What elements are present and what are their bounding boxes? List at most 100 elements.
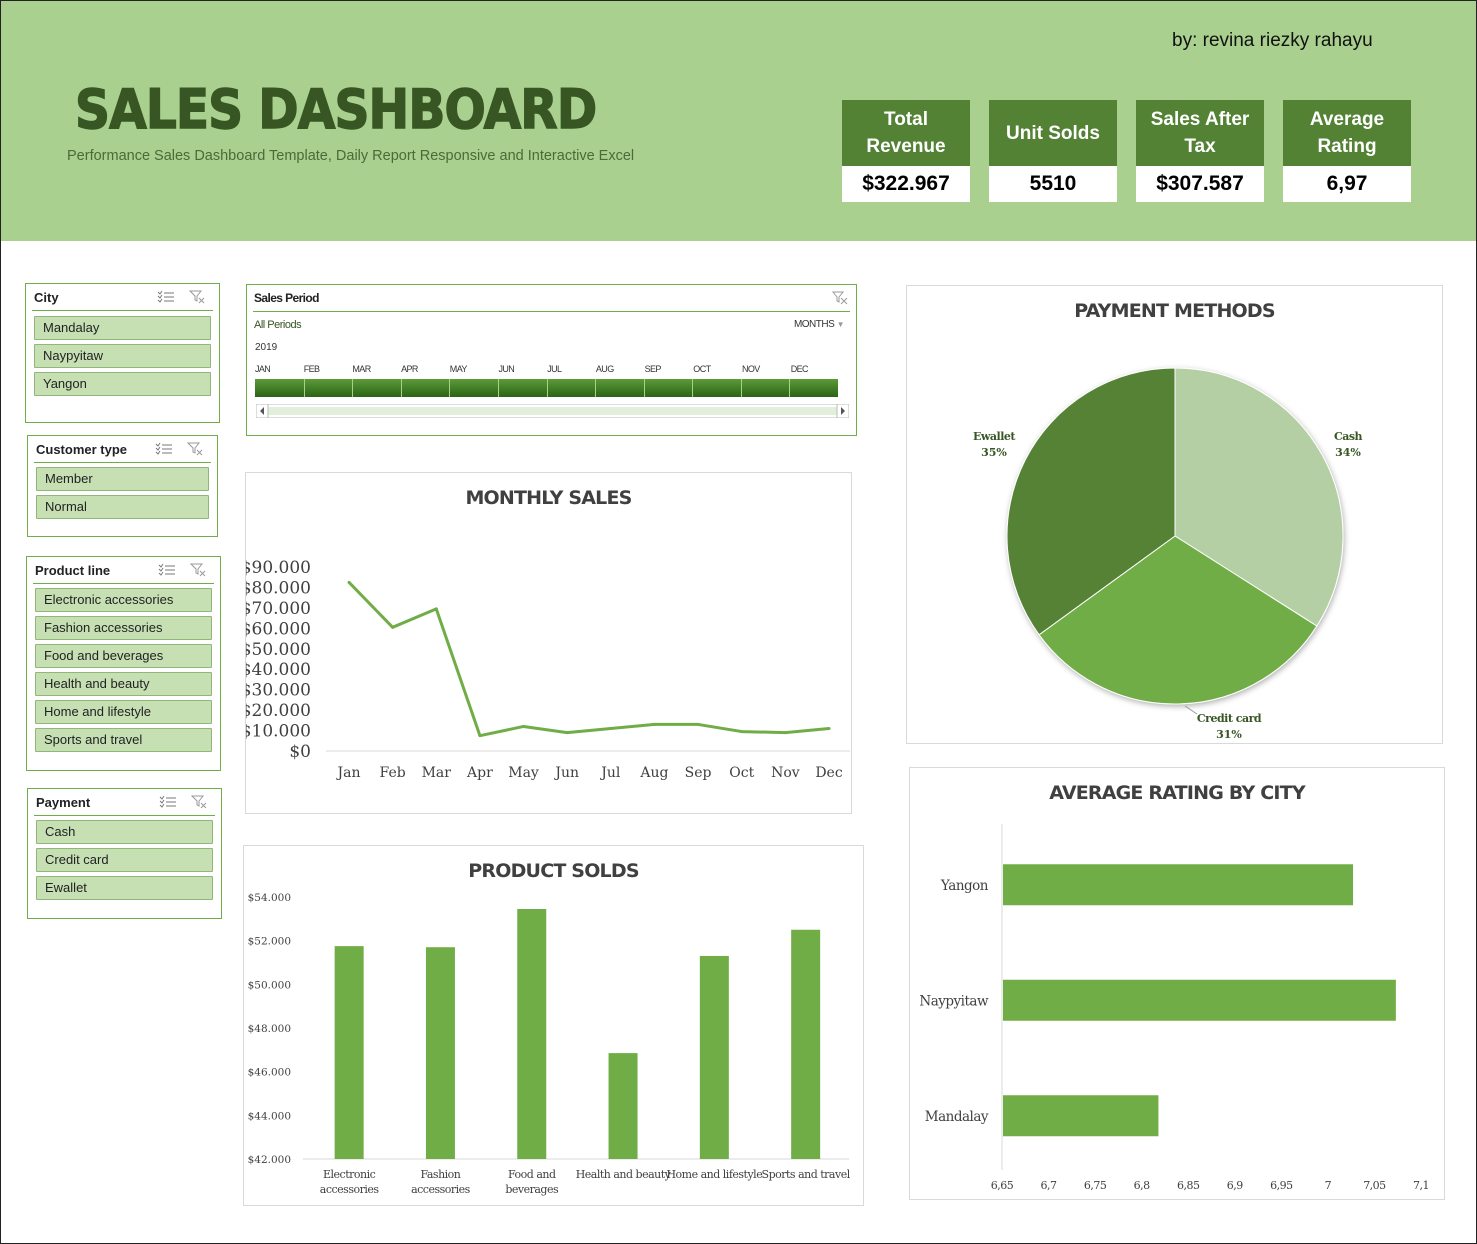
- multi-select-icon[interactable]: [158, 562, 176, 578]
- clear-filter-icon[interactable]: [187, 441, 205, 457]
- timeline-selection: All Periods: [254, 319, 302, 331]
- bar-mandalay: [1003, 1095, 1159, 1137]
- slicer-item-normal[interactable]: Normal: [36, 495, 209, 519]
- timeline-month-separator: [740, 379, 742, 397]
- payment-methods-chart: PAYMENT METHODS Cash 34% Credit card 31% Ewa…: [906, 285, 1443, 744]
- data-point: [391, 625, 395, 629]
- kpi-value: $322.967: [842, 166, 970, 202]
- slicer-item-fashion-accessories[interactable]: Fashion accessories: [35, 616, 212, 640]
- x-tick-label: Sep: [685, 765, 712, 781]
- pie-label-percent: 35%: [981, 446, 1007, 459]
- y-tick-label: $10.000: [246, 722, 311, 742]
- kpi-label: Unit Solds: [989, 100, 1117, 166]
- x-tick-label: Jan: [336, 765, 361, 781]
- slicer-city[interactable]: City Mandalay Naypyitaw Yangon: [25, 283, 220, 423]
- slicer-item-electronic-accessories[interactable]: Electronic accessories: [35, 588, 212, 612]
- timeline-month-nov[interactable]: NOV: [742, 364, 760, 374]
- timeline-month-sep[interactable]: SEP: [645, 364, 662, 374]
- timeline-month-jan[interactable]: JAN: [255, 364, 271, 374]
- clear-filter-icon[interactable]: [831, 289, 849, 305]
- timeline-scrollbar[interactable]: [256, 404, 849, 418]
- kpi-sales-after-tax: Sales After Tax $307.587: [1136, 100, 1264, 202]
- slicer-product-line[interactable]: Product line Electronic accessories Fashi…: [26, 556, 221, 771]
- bar-food-and-beverages: [517, 909, 547, 1159]
- slicer-item-food-and-beverages[interactable]: Food and beverages: [35, 644, 212, 668]
- dashboard-title: SALES DASHBOARD: [74, 77, 598, 142]
- x-tick-label: 7: [1325, 1179, 1332, 1192]
- slicer-divider: [34, 815, 215, 816]
- timeline-level-label: MONTHS: [793, 319, 835, 330]
- timeline-month-jul[interactable]: JUL: [547, 364, 562, 374]
- multi-select-icon[interactable]: [157, 289, 175, 305]
- y-tick-label: $52.000: [248, 936, 291, 948]
- timeline-month-separator: [497, 379, 499, 397]
- clear-filter-icon[interactable]: [189, 289, 207, 305]
- x-tick-label: 6,95: [1270, 1179, 1293, 1192]
- clear-filter-icon[interactable]: [191, 794, 209, 810]
- slicer-title: City: [34, 290, 59, 305]
- slicer-item-sports-and-travel[interactable]: Sports and travel: [35, 728, 212, 752]
- data-point: [478, 734, 482, 738]
- timeline-level-dropdown[interactable]: MONTHS ▼: [793, 319, 845, 330]
- slicer-item-naypyitaw[interactable]: Naypyitaw: [34, 344, 211, 368]
- timeline-month-may[interactable]: MAY: [450, 364, 468, 374]
- kpi-average-rating: Average Rating 6,97: [1283, 100, 1411, 202]
- y-tick-label: Mandalay: [925, 1109, 989, 1125]
- kpi-unit-solds: Unit Solds 5510: [989, 100, 1117, 202]
- kpi-label: Total Revenue: [842, 100, 970, 166]
- clear-filter-icon[interactable]: [190, 562, 208, 578]
- timeline-month-mar[interactable]: MAR: [352, 364, 371, 374]
- slicer-item-home-and-lifestyle[interactable]: Home and lifestyle: [35, 700, 212, 724]
- data-point: [652, 722, 656, 726]
- x-tick-label: May: [508, 765, 539, 781]
- y-tick-label: $20.000: [246, 701, 311, 721]
- x-tick-label: 6,65: [991, 1179, 1014, 1192]
- slicer-item-cash[interactable]: Cash: [36, 820, 213, 844]
- scroll-left-icon[interactable]: [256, 404, 269, 418]
- bar-yangon: [1003, 864, 1354, 906]
- slicer-item-ewallet[interactable]: Ewallet: [36, 876, 213, 900]
- pie-leader-line: [1184, 705, 1198, 715]
- slicer-item-health-and-beauty[interactable]: Health and beauty: [35, 672, 212, 696]
- slicer-item-credit-card[interactable]: Credit card: [36, 848, 213, 872]
- sales-series-line: [347, 581, 830, 738]
- y-tick-label: $30.000: [246, 681, 311, 701]
- multi-select-icon[interactable]: [155, 441, 173, 457]
- kpi-label: Average Rating: [1283, 100, 1411, 166]
- author-credit: by: revina riezky rahayu: [1172, 30, 1373, 51]
- timeline-month-aug[interactable]: AUG: [596, 364, 614, 374]
- timeline-month-jun[interactable]: JUN: [499, 364, 515, 374]
- x-tick-label: 6,75: [1084, 1179, 1107, 1192]
- timeline-month-dec[interactable]: DEC: [791, 364, 809, 374]
- data-point: [434, 607, 438, 611]
- y-tick-label: $50.000: [248, 979, 291, 991]
- slicer-item-mandalay[interactable]: Mandalay: [34, 316, 211, 340]
- slicer-payment[interactable]: Payment Cash Credit card Ewallet: [27, 788, 222, 919]
- sales-period-timeline[interactable]: Sales Period All Periods MONTHS ▼ 2019 J…: [246, 284, 857, 436]
- timeline-title: Sales Period: [254, 291, 319, 305]
- monthly-sales-plot: $0$10.000$20.000$30.000$40.000$50.000$60…: [246, 558, 850, 781]
- average-rating-chart: AVERAGE RATING BY CITY Yangon Naypyitaw Ma…: [909, 767, 1445, 1200]
- y-tick-label: $50.000: [246, 640, 311, 660]
- timeline-month-oct[interactable]: OCT: [693, 364, 711, 374]
- product-solds-plot: $42.000 $44.000 $46.000 $48.000 $50.000 $52.0…: [248, 892, 852, 1196]
- multi-select-icon[interactable]: [159, 794, 177, 810]
- data-point: [347, 580, 351, 584]
- x-tick-label: 6,9: [1227, 1179, 1243, 1192]
- x-tick-label: 6,85: [1177, 1179, 1200, 1192]
- y-tick-label: $0: [289, 742, 311, 762]
- slicer-item-member[interactable]: Member: [36, 467, 209, 491]
- scroll-right-icon[interactable]: [836, 404, 849, 418]
- data-point: [522, 724, 526, 728]
- product-solds-chart: PRODUCT SOLDS $42.000 $44.000 $46.000 $48.0…: [243, 845, 864, 1206]
- kpi-label: Sales After Tax: [1136, 100, 1264, 166]
- slicer-item-yangon[interactable]: Yangon: [34, 372, 211, 396]
- timeline-month-feb[interactable]: FEB: [304, 364, 320, 374]
- slicer-customer-type[interactable]: Customer type Member Normal: [27, 435, 218, 537]
- monthly-sales-chart: MONTHLY SALES $0 $10.000 $20.000 $30.000 $40…: [245, 472, 852, 814]
- x-tick-label: Apr: [466, 765, 493, 781]
- timeline-month-apr[interactable]: APR: [401, 364, 418, 374]
- x-tick-label: 7,1: [1413, 1179, 1429, 1192]
- x-tick-label: Mar: [422, 765, 452, 781]
- timeline-month-separator: [352, 379, 354, 397]
